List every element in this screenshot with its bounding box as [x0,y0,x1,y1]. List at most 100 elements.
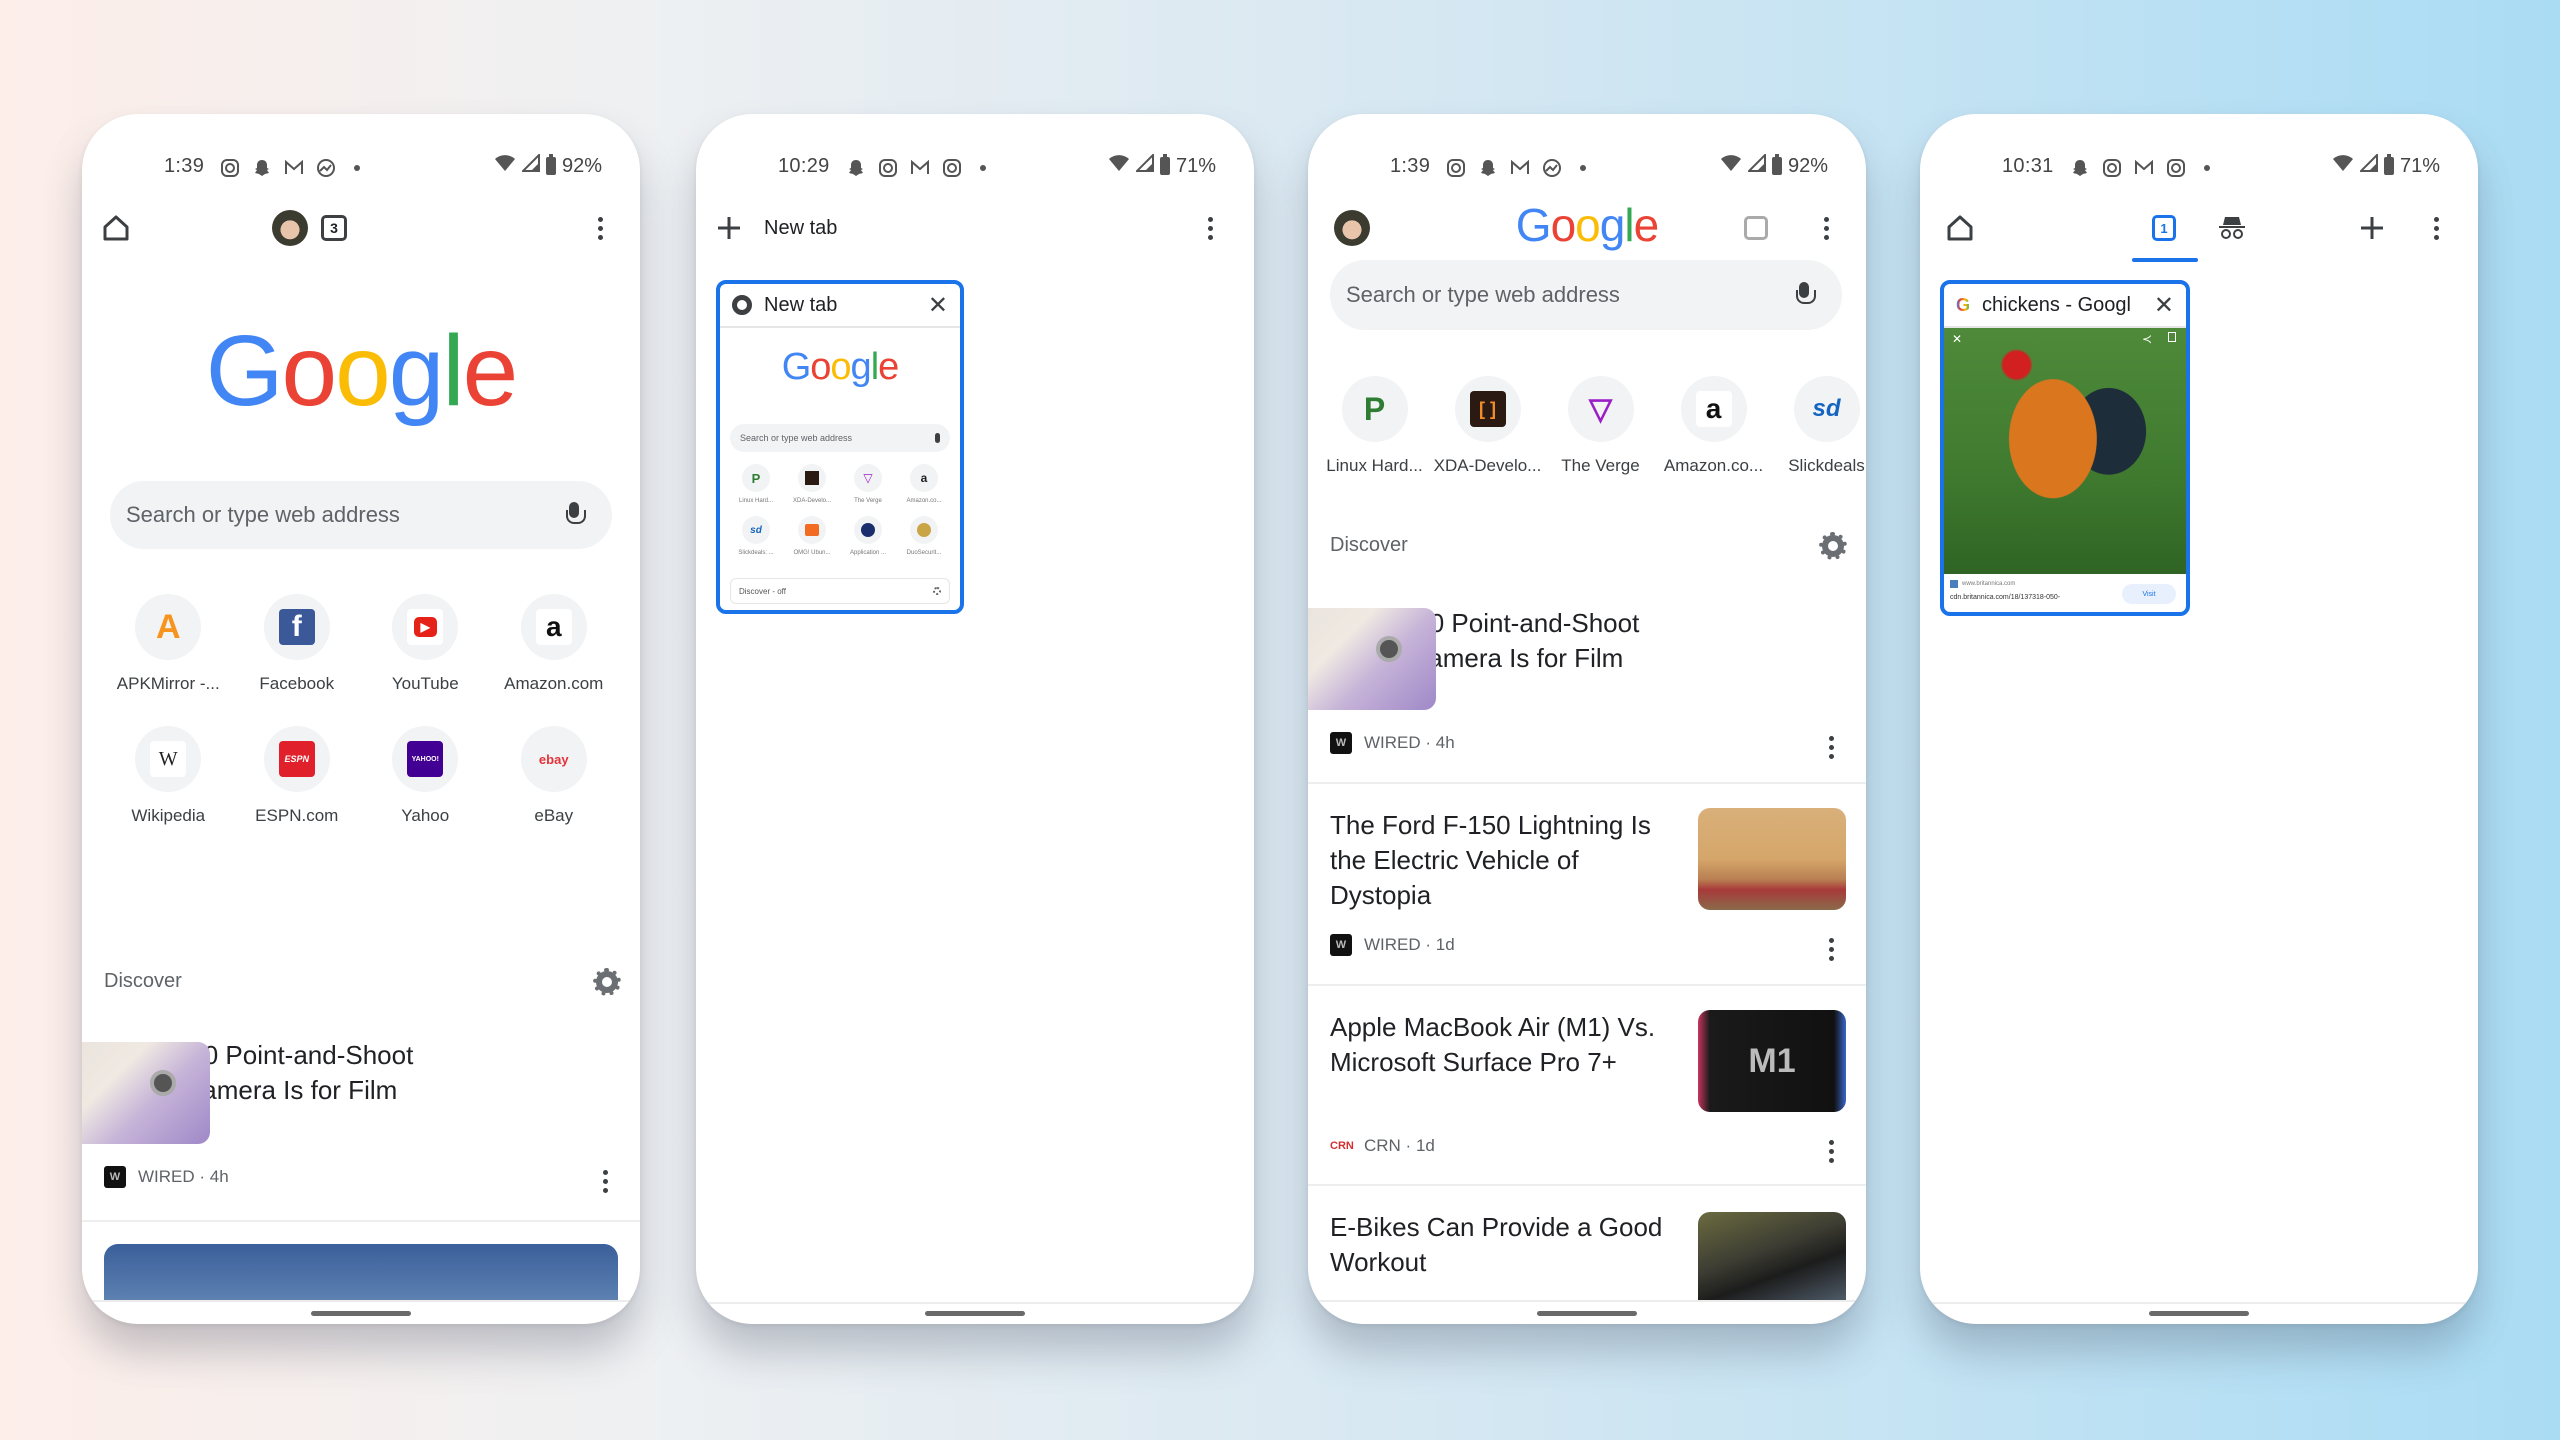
kebab-menu-icon [1829,1140,1834,1163]
battery-percent: 71% [2399,154,2440,177]
tab-preview: ✕ ≺ www.britannica.com cdn.britannica.co… [1944,328,2186,612]
account-avatar[interactable] [268,206,312,250]
youtube-icon: ▶ [413,617,437,637]
battery-percent: 92% [561,154,602,177]
facebook-icon: f [278,609,315,645]
search-input[interactable]: Search or type web address [1330,260,1842,330]
kebab-menu-icon [1829,736,1834,759]
article-more-button[interactable] [1829,736,1834,759]
close-icon: ✕ [1952,332,1963,346]
shortcut-row: P Linux Hard... [ ] XDA-Develo... ▽ The Ver… [1318,376,1866,476]
avatar [272,210,308,246]
phone-tab-grid: 10:31 71% 1 G chickens - Googl ✕ ✕ ≺ www… [1920,114,2478,1324]
shortcut-grid: A APKMirror -... f Facebook ▶ YouTube a Amaz… [104,594,618,826]
search-placeholder: Search or type web address [126,502,400,527]
shortcut-ebay[interactable]: ebay eBay [490,726,619,826]
shortcut-xda[interactable]: [ ] XDA-Develo... [1431,376,1544,476]
close-tab-icon[interactable]: ✕ [928,291,948,320]
microphone-icon[interactable] [1796,282,1816,308]
new-tab-button[interactable] [2350,206,2394,250]
snapchat-icon [2070,158,2090,178]
home-indicator[interactable] [1537,1311,1637,1316]
tab-switcher-button[interactable] [1734,206,1778,250]
share-icon: ≺ [2141,332,2152,346]
shortcut-linux-hardware[interactable]: P Linux Hard... [1318,376,1431,476]
new-tab-button[interactable]: New tab [716,206,837,250]
linux-hardware-icon: P [1363,390,1386,427]
duo-security-icon [917,523,931,537]
close-tab-icon[interactable]: ✕ [2154,291,2174,320]
article-card[interactable]: This $120 Point-and-Shoot Digital Camera… [82,1024,640,1222]
google-favicon: G [1956,294,1971,315]
google-logo: Google [781,346,900,388]
battery-icon [1771,154,1782,175]
menu-button[interactable] [578,206,622,250]
home-button[interactable] [94,206,138,250]
tab-incognito[interactable] [2210,206,2254,250]
tab-count: 1 [2152,215,2176,241]
snapchat-icon [1478,158,1498,178]
shortcut-facebook[interactable]: f Facebook [233,594,362,694]
article-title: The Ford F-150 Lightning Is the Electric… [1330,810,1651,910]
wifi-icon [1108,154,1130,178]
microphone-icon[interactable] [566,502,586,528]
visit-button: Visit [2122,584,2176,604]
tab-card[interactable]: G chickens - Googl ✕ ✕ ≺ www.britannica.… [1940,280,2190,616]
gmail-icon [1510,158,1530,178]
menu-button[interactable] [2414,206,2458,250]
instagram-icon [220,158,240,178]
status-bar: 1:39 92% [1308,114,1866,190]
kebab-menu-icon [1829,938,1834,961]
home-indicator[interactable] [2149,1311,2249,1316]
xda-icon: [ ] [1469,391,1506,427]
menu-button[interactable] [1804,206,1848,250]
shortcut-amazon[interactable]: a Amazon.com [490,594,619,694]
article-thumbnail: M1 [1698,1010,1846,1112]
tab-standard-tabs[interactable]: 1 [2142,206,2186,250]
shortcut-espn[interactable]: ESPN ESPN.com [233,726,362,826]
shortcut-youtube[interactable]: ▶ YouTube [361,594,490,694]
more-notifications-dot [979,165,986,171]
article-card[interactable]: Apple MacBook Air (M1) Vs. Microsoft Sur… [1308,988,1866,1186]
tab-switcher-button[interactable]: 3 [312,206,356,250]
kebab-menu-icon [597,216,603,240]
discover-header: Discover [1330,531,1847,560]
shortcut-amazon[interactable]: a Amazon.co... [1657,376,1770,476]
article-more-button[interactable] [1829,938,1834,961]
article-more-button[interactable] [1829,1140,1834,1163]
shortcut-slickdeals[interactable]: sd Slickdeals [1770,376,1866,476]
source-site: www.britannica.com [1950,580,2015,588]
battery-percent: 71% [1175,154,1216,177]
basecamp-icon [1542,158,1562,178]
gear-icon[interactable] [593,967,621,996]
home-indicator[interactable] [311,1311,411,1316]
snapchat-icon [846,158,866,178]
phone-new-tab-feed: 1:39 92% Google Search or type web addre… [1308,114,1866,1324]
kebab-menu-icon [603,1170,608,1193]
microphone-icon [935,433,940,443]
xda-icon [805,471,819,485]
kebab-menu-icon [1823,216,1829,240]
home-indicator[interactable] [925,1311,1025,1316]
gmail-icon [910,158,930,178]
home-icon [103,215,129,241]
shortcut-apkmirror[interactable]: A APKMirror -... [104,594,233,694]
article-card[interactable]: This $120 Point-and-Shoot Digital Camera… [1308,586,1866,784]
shortcut-the-verge[interactable]: ▽ The Verge [1544,376,1657,476]
shortcut-wikipedia[interactable]: W Wikipedia [104,726,233,826]
omg-ubuntu-icon [805,524,819,536]
application-icon [861,523,875,537]
article-more-button[interactable] [603,1170,608,1193]
gear-icon[interactable] [1819,531,1847,560]
shortcut-yahoo[interactable]: YAHOO! Yahoo [361,726,490,826]
plus-icon [2361,217,2383,239]
instagram-icon [2102,158,2122,178]
home-button[interactable] [1938,206,1982,250]
article-thumbnail [1698,1212,1846,1312]
tab-card[interactable]: New tab ✕ Google Search or type web addr… [716,280,964,614]
tab-title: chickens - Googl [1982,293,2131,316]
yahoo-icon: YAHOO! [407,741,444,777]
article-card[interactable]: The Ford F-150 Lightning Is the Electric… [1308,786,1866,986]
search-input[interactable]: Search or type web address [110,481,612,549]
menu-button[interactable] [1188,206,1232,250]
